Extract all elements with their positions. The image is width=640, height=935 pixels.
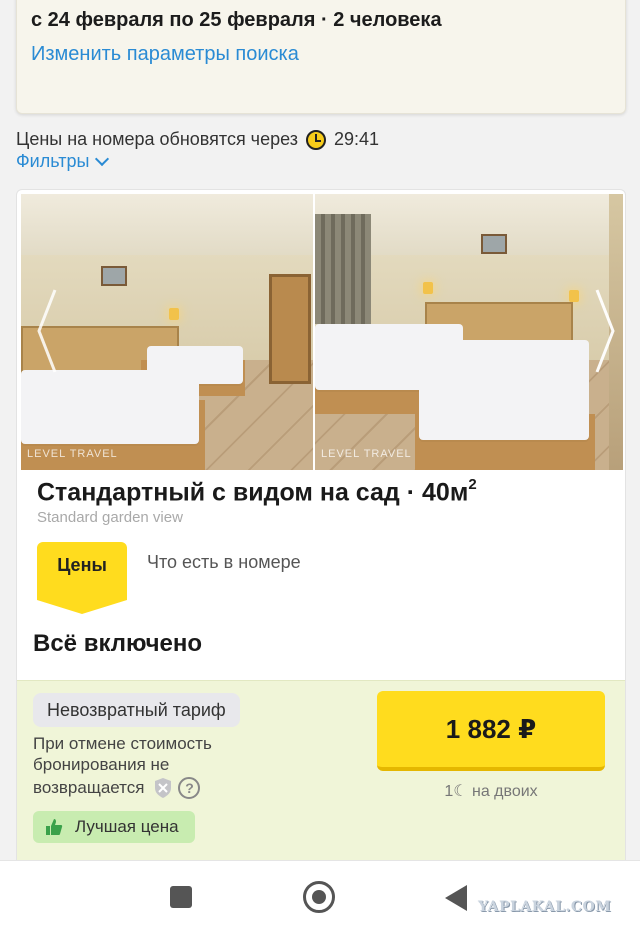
carousel-next-button[interactable] <box>591 286 619 376</box>
room-photo: LEVEL TRAVEL <box>315 194 623 470</box>
room-title: Стандартный с видом на сад · 40м2 <box>37 476 477 507</box>
nights-guests-info: 1☾ на двоих <box>444 783 538 800</box>
change-search-link[interactable]: Изменить параметры поиска <box>31 43 299 66</box>
recents-button[interactable] <box>170 886 192 908</box>
yaplakal-logo: YAPLAKAL.COM <box>478 899 612 915</box>
clock-icon <box>305 129 326 150</box>
thumbs-up-icon <box>46 819 63 835</box>
cancel-policy-text: При отмене стоимость бронирования не <box>33 734 212 774</box>
help-icon[interactable]: ? <box>178 777 201 799</box>
tab-in-room[interactable]: Что есть в номере <box>147 552 301 573</box>
room-title-text: Стандартный с видом на сад · 40м <box>37 478 469 507</box>
room-subtitle: Standard garden view <box>37 509 183 526</box>
room-area-unit-sup: 2 <box>468 476 477 493</box>
tab-prices-label: Цены <box>57 554 107 575</box>
room-photo: LEVEL TRAVEL <box>21 194 313 470</box>
photo-watermark: LEVEL TRAVEL <box>27 448 118 460</box>
chevron-left-icon <box>37 289 57 373</box>
android-nav-bar: YAPLAKAL.COM <box>0 860 640 935</box>
search-summary-card: с 24 февраля по 25 февраля · 2 человека … <box>16 0 626 114</box>
back-button[interactable] <box>445 885 467 911</box>
shield-icon <box>155 778 172 798</box>
room-card: LEVEL TRAVEL LEVEL TRAVEL Стандартный с … <box>16 189 626 869</box>
timer-text: Цены на номера обновятся через <box>16 129 298 149</box>
best-price-label: Лучшая цена <box>75 817 179 836</box>
carousel-prev-button[interactable] <box>33 286 61 376</box>
chevron-down-icon <box>95 151 110 166</box>
chevron-right-icon <box>595 289 615 373</box>
photo-watermark: LEVEL TRAVEL <box>321 448 412 460</box>
cancel-policy-text-end: возвращается <box>33 778 145 797</box>
cancel-policy-line: возвращается ? <box>33 777 201 799</box>
filters-label: Фильтры <box>16 151 90 171</box>
tariff-badge: Невозвратный тариф <box>33 693 240 727</box>
best-price-badge: Лучшая цена <box>33 811 195 843</box>
filters-toggle[interactable]: Фильтры <box>16 151 110 172</box>
rate-option: Невозвратный тариф При отмене стоимость … <box>17 680 625 868</box>
meal-plan-title: Всё включено <box>33 630 203 657</box>
search-dates: с 24 февраля по 25 февраля · 2 человека <box>31 9 442 31</box>
tab-prices[interactable]: Цены <box>37 542 127 614</box>
price-refresh-timer: Цены на номера обновятся через 29:41 <box>16 129 379 150</box>
home-button[interactable] <box>303 881 335 913</box>
book-price-button[interactable]: 1 882 ₽ <box>377 691 605 771</box>
room-photo-carousel[interactable]: LEVEL TRAVEL LEVEL TRAVEL <box>21 194 623 470</box>
timer-value: 29:41 <box>333 129 379 149</box>
